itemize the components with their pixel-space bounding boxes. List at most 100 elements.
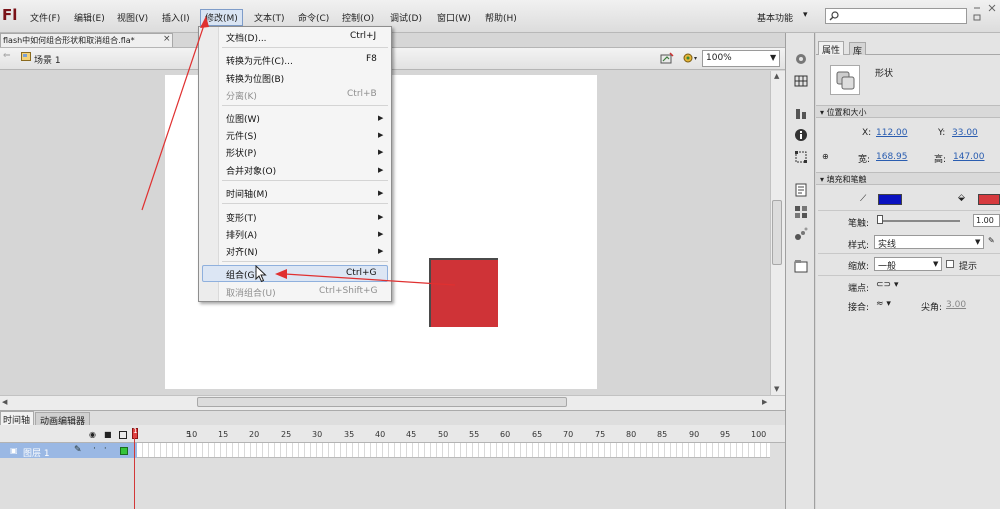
menu-help[interactable]: 帮助(H) [485,11,517,24]
section-title: 位置和大小 [826,108,867,117]
close-icon[interactable]: × [163,34,171,44]
y-value[interactable]: 33.00 [952,128,978,138]
edit-symbols-icon[interactable] [660,52,674,64]
tab-motion-editor[interactable]: 动画编辑器 [35,412,91,427]
menu-debug[interactable]: 调试(D) [390,11,422,24]
zoom-select[interactable]: 100% [702,50,780,67]
divider [818,253,1000,254]
scroll-up-icon[interactable]: ▲ [774,72,779,80]
scene-label[interactable]: 场景 1 [34,53,61,66]
workspace-switcher[interactable]: 基本功能 [757,11,793,24]
edit-scene-icon[interactable] [682,52,698,64]
menu-item-document[interactable]: 文档(D)... [226,31,267,44]
menu-window[interactable]: 窗口(W) [437,11,471,24]
join-style-icon[interactable]: ≈ ▾ [876,299,891,309]
frame-tick: 30 [312,430,323,439]
tab-timeline[interactable]: 时间轴 [0,411,35,426]
x-value[interactable]: 112.00 [876,128,908,138]
hint-checkbox[interactable] [946,260,954,268]
tab-properties[interactable]: 属性 [818,41,845,56]
link-icon[interactable]: ⊕ [822,152,829,161]
chevron-down-icon[interactable]: ▼ [770,53,776,62]
vertical-scroll-thumb[interactable] [772,200,782,265]
help-search-input[interactable] [825,8,967,24]
search-icon [829,11,839,21]
menu-item-align[interactable]: 对齐(N) [226,245,258,258]
motion-presets-icon[interactable] [794,227,808,241]
chevron-down-icon[interactable]: ▼ [933,260,938,268]
window-buttons-icon[interactable] [972,3,1000,23]
chevron-right-icon: ▶ [378,114,384,122]
frames-row[interactable] [137,443,770,458]
stroke-slider-track[interactable] [880,220,960,222]
layer-toggle-dots[interactable]: ·· [93,444,115,454]
menu-item-bitmap[interactable]: 位图(W) [226,112,260,125]
menu-item-combine-objects[interactable]: 合并对象(O) [226,164,276,177]
horizontal-scroll-thumb[interactable] [197,397,567,407]
stroke-slider-handle[interactable] [877,215,883,224]
cap-style-icon[interactable]: ⊂⊃ ▾ [876,280,898,290]
align-icon[interactable] [794,107,808,121]
menu-item-convert-bitmap[interactable]: 转换为位图(B) [226,72,284,85]
chevron-down-icon[interactable]: ▼ [975,238,980,246]
stroke-width-input[interactable]: 1.00 [973,214,1000,227]
layer-name[interactable]: 图层 1 [23,446,50,459]
menu-item-transform[interactable]: 变形(T) [226,211,257,224]
tab-library[interactable]: 库 [849,42,867,57]
pencil-icon[interactable]: ✎ [988,236,995,245]
menu-item-timeline[interactable]: 时间轴(M) [226,187,268,200]
stroke-color-swatch[interactable] [878,194,902,205]
menu-separator [222,180,388,181]
scale-select[interactable]: 一般 [874,257,942,272]
width-value[interactable]: 168.95 [876,152,908,162]
menu-item-symbol[interactable]: 元件(S) [226,129,257,142]
back-arrow-icon[interactable]: ⇐ [3,51,11,61]
menu-item-arrange[interactable]: 排列(A) [226,228,257,241]
section-fill-stroke[interactable]: ▾ 填充和笔触 [816,172,1000,185]
menu-item-convert-symbol[interactable]: 转换为元件(C)... [226,54,293,67]
scroll-right-icon[interactable]: ▶ [762,398,767,406]
selected-red-shape[interactable] [429,258,498,327]
menu-commands[interactable]: 命令(C) [298,11,329,24]
menu-item-ungroup[interactable]: 取消组合(U) [226,286,276,299]
cap-label: 端点: [848,284,870,294]
chevron-down-icon[interactable]: ▾ [803,10,808,20]
stroke-style-select[interactable]: 实线 [874,235,984,250]
layer-outline-color[interactable] [120,447,128,455]
transform-icon[interactable] [794,150,808,164]
components-icon[interactable] [794,205,808,219]
miter-value[interactable]: 3.00 [946,300,966,310]
fill-color-swatch[interactable] [978,194,1000,205]
history-icon[interactable] [794,259,808,273]
code-icon[interactable] [794,183,808,197]
grid-icon[interactable] [794,74,808,88]
height-value[interactable]: 147.00 [953,152,985,162]
shortcut: Ctrl+G [346,268,377,278]
menu-modify[interactable]: 修改(M) [200,9,243,26]
outline-icon[interactable] [119,431,127,439]
menu-view[interactable]: 视图(V) [117,11,148,24]
lock-icon[interactable]: ■ [104,430,112,439]
menu-text[interactable]: 文本(T) [254,11,285,24]
chevron-right-icon: ▶ [378,148,384,156]
menu-item-group[interactable]: 组合(G) [226,268,258,281]
menu-separator [222,105,388,106]
gear-icon[interactable] [794,52,808,66]
window-controls[interactable] [972,3,1000,26]
section-title: 填充和笔触 [826,175,867,184]
document-tab[interactable]: flash中如何组合形状和取消组合.fla* [0,33,173,47]
menu-control[interactable]: 控制(O) [342,11,374,24]
info-icon[interactable] [794,128,808,142]
eye-icon[interactable]: ◉ [89,430,96,439]
menu-item-break-apart[interactable]: 分离(K) [226,89,257,102]
scroll-left-icon[interactable]: ◀ [2,398,7,406]
scroll-down-icon[interactable]: ▼ [774,385,779,393]
menu-edit[interactable]: 编辑(E) [74,11,105,24]
section-position-size[interactable]: ▾ 位置和大小 [816,105,1000,118]
layer-row[interactable] [0,443,137,458]
menu-file[interactable]: 文件(F) [30,11,60,24]
current-frame-label: 1 [133,427,138,435]
stroke-label: 笔触: [848,219,870,229]
menu-item-shape[interactable]: 形状(P) [226,146,256,159]
menu-insert[interactable]: 插入(I) [162,11,190,24]
